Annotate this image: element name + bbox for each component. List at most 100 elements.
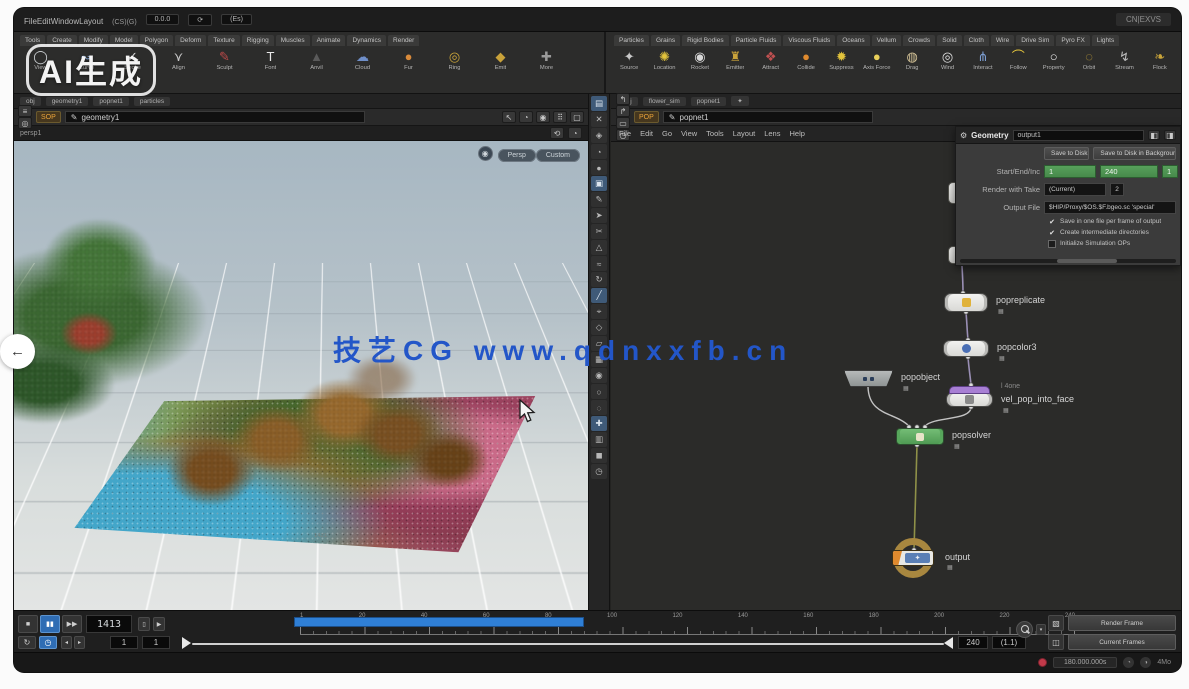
shelf-tab[interactable]: Solid (937, 35, 961, 46)
side-tool-icon[interactable]: ◉ (591, 368, 607, 383)
shelf-tab[interactable]: Crowds (903, 35, 935, 46)
breadcrumb-segment[interactable]: particles (134, 97, 170, 106)
node-popcolor[interactable]: popcolor3 ▦ (943, 340, 989, 357)
range-inc-field[interactable]: 1 (1162, 165, 1178, 178)
side-tool-icon[interactable]: △ (591, 240, 607, 255)
shelf-tab[interactable]: Render (388, 35, 419, 46)
transport-button[interactable]: ▶▶ (62, 615, 82, 633)
output-file-field[interactable]: $HIP/Proxy/$OS.$F.bgeo.sc 'special' (1044, 201, 1176, 214)
toolbar-icon[interactable]: ≡ (18, 105, 32, 117)
shelf-tool[interactable]: ❖Attract (754, 49, 788, 71)
range-slider-handle[interactable] (182, 637, 191, 649)
side-tool-icon[interactable]: ╱ (591, 288, 607, 303)
magnifier-icon[interactable] (1016, 621, 1033, 638)
toolbar-icon[interactable]: ▢ (570, 111, 584, 123)
breadcrumb-segment[interactable]: geometry1 (46, 97, 89, 106)
side-tool-icon[interactable]: ➤ (591, 208, 607, 223)
context-chip[interactable]: POP (634, 111, 659, 123)
menubar-chip[interactable]: (G) (127, 19, 137, 26)
viewport-header-icon[interactable]: ⟲ (550, 127, 564, 139)
breadcrumb-segment[interactable]: flower_sim (643, 97, 686, 106)
range-start-field[interactable]: 1 (1044, 165, 1096, 178)
shelf-tab[interactable]: Pyro FX (1056, 35, 1089, 46)
parameter-panel-titlebar[interactable]: ⚙ Geometry output1 ◧ ◨ (956, 127, 1180, 144)
shelf-tool[interactable]: ▲Anvil (294, 49, 339, 71)
toolbar-icon[interactable]: ⠿ (553, 111, 567, 123)
shelf-tool[interactable]: ↯Stream (1107, 49, 1141, 71)
loop-button[interactable]: ↻ (18, 636, 36, 649)
param-checkbox-row[interactable]: Create intermediate directories (956, 227, 1180, 238)
range-slider-track[interactable] (192, 643, 944, 645)
range-slider-end[interactable] (944, 637, 953, 649)
network-menu-item[interactable]: Help (789, 129, 804, 138)
context-chip[interactable]: SOP (36, 111, 61, 123)
shelf-tab[interactable]: Oceans (837, 35, 869, 46)
shelf-tab[interactable]: Particle Fluids (731, 35, 782, 46)
shelf-tool[interactable]: ✹Suppress (824, 49, 858, 71)
playbar-mini-button[interactable]: ▾ (1036, 624, 1046, 635)
shelf-tab[interactable]: Dynamics (347, 35, 386, 46)
side-tool-icon[interactable]: ◼ (591, 448, 607, 463)
viewport-header-icon[interactable]: ◔ (568, 127, 582, 139)
param-checkbox-row[interactable]: Save in one file per frame of output (956, 216, 1180, 227)
param-checkbox-row[interactable]: Initialize Simulation OPs (956, 238, 1180, 249)
shelf-tool[interactable]: ⋎Align (156, 49, 201, 71)
shelf-tool[interactable]: ◎Ring (432, 49, 477, 71)
esc-field[interactable]: (Es) (221, 14, 252, 25)
shelf-tool[interactable]: ♜Emitter (718, 49, 752, 71)
frame-counter[interactable]: 1413 (86, 615, 132, 633)
playbar-mini-button[interactable]: ▯ (138, 617, 150, 631)
panel-icon[interactable]: ◨ (1164, 130, 1176, 140)
shelf-tool[interactable]: ◉Rocket (683, 49, 717, 71)
viewport-pill-button[interactable]: Custom (536, 149, 580, 162)
breadcrumb-segment[interactable]: popnet1 (93, 97, 129, 106)
shelf-tool[interactable]: ✚More (524, 49, 569, 71)
network-menu-item[interactable]: View (681, 129, 697, 138)
network-menu-item[interactable]: File (619, 129, 631, 138)
shelf-tab[interactable]: Viscous Fluids (783, 35, 835, 46)
node-name-field[interactable]: output1 (1013, 130, 1144, 141)
side-tool-icon[interactable]: ◈ (591, 128, 607, 143)
shelf-tool[interactable]: ◌Orbit (1072, 49, 1106, 71)
status-icon[interactable]: ◑ (1140, 657, 1151, 668)
save-button[interactable]: Save to Disk (1044, 147, 1089, 160)
shelf-tab[interactable]: Wire (991, 35, 1014, 46)
menu-item[interactable]: Edit (37, 17, 51, 26)
shelf-tool[interactable]: ●Axis Force (860, 49, 894, 71)
viewport-3d[interactable]: ◉ PerspCustom 1421 (14, 141, 588, 610)
side-tool-icon[interactable]: ◌ (591, 400, 607, 415)
menu-item[interactable]: File (24, 17, 37, 26)
side-tool-icon[interactable]: ○ (591, 384, 607, 399)
range-mid-input[interactable]: 1 (142, 636, 170, 649)
shelf-tool[interactable]: ●Fur (386, 49, 431, 71)
network-path-field[interactable]: ✎popnet1 (663, 111, 873, 123)
network-menu-item[interactable]: Go (662, 129, 672, 138)
camera-icon[interactable]: ◉ (478, 146, 493, 161)
node-popsolver[interactable]: popsolver ▦ (896, 428, 944, 445)
toolbar-icon[interactable]: ↖ (502, 111, 516, 123)
checkbox[interactable] (1048, 229, 1056, 237)
toolbar-icon[interactable]: ◎ (18, 117, 32, 129)
panel-icon[interactable]: ◧ (1148, 130, 1160, 140)
path-field[interactable]: ✎geometry1 (65, 111, 365, 123)
shelf-tool[interactable]: ○Property (1037, 49, 1071, 71)
take-dropdown[interactable]: (Current) (1044, 183, 1106, 196)
shelf-tab[interactable]: Grains (651, 35, 680, 46)
nav-icon[interactable]: ▭ (616, 117, 630, 129)
side-tool-icon[interactable]: ⌖ (591, 304, 607, 319)
range-end-field[interactable]: 240 (1100, 165, 1158, 178)
playbar-mini-button[interactable]: ▸ (74, 636, 85, 649)
transport-button[interactable]: ■ (18, 615, 38, 633)
shelf-tool[interactable]: ✺Location (647, 49, 681, 71)
node-output[interactable]: ✦ output ▦ (893, 538, 933, 578)
side-tool-icon[interactable]: ▤ (591, 96, 607, 111)
shelf-tool[interactable]: ◎Wind (930, 49, 964, 71)
shelf-tab[interactable]: Drive Sim (1016, 35, 1054, 46)
shelf-tab[interactable]: Animate (312, 35, 346, 46)
network-menu-item[interactable]: Layout (733, 129, 756, 138)
shelf-tool[interactable]: ◆Emit (478, 49, 523, 71)
refresh-icon[interactable]: ⟳ (188, 14, 212, 26)
range-start-input[interactable]: 1 (110, 636, 138, 649)
shelf-tab[interactable]: Rigging (242, 35, 274, 46)
shelf-tab[interactable]: Deform (175, 35, 206, 46)
